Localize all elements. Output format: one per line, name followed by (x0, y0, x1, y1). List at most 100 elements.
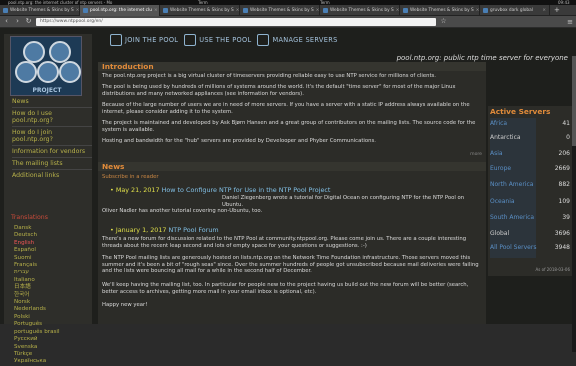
clock-icon (23, 41, 45, 63)
language-link-current[interactable]: English (14, 240, 84, 247)
language-link[interactable]: 한국어 (14, 292, 84, 299)
browser-tab[interactable]: Website Themes & Skins by S × (240, 5, 320, 16)
language-link[interactable]: Nederlands (14, 306, 84, 313)
scrollbar-thumb[interactable] (572, 56, 576, 146)
language-link[interactable]: עברית (14, 269, 84, 276)
back-icon[interactable]: ‹ (3, 16, 10, 27)
region-link[interactable]: Europe (490, 165, 511, 172)
translations-heading: Translations (11, 214, 48, 221)
news-body: We'll keep having the mailing list, too.… (102, 282, 469, 295)
language-link[interactable]: Suomi (14, 255, 84, 262)
region-link[interactable]: North America (490, 181, 533, 188)
language-link[interactable]: Norsk (14, 299, 84, 306)
news-item-title: • May 21, 2017 How to Configure NTP for … (110, 186, 331, 194)
language-link[interactable]: Português (14, 321, 84, 328)
pool-join-icon (110, 34, 122, 46)
region-link[interactable]: Africa (490, 120, 507, 127)
language-link[interactable]: Dansk (14, 225, 84, 232)
intro-paragraph: Hosting and bandwidth for the "hub" serv… (102, 138, 376, 144)
language-link[interactable]: português brasil (14, 329, 84, 336)
news-body: Happy new year! (102, 302, 148, 308)
sidebar-item-mailing-lists[interactable]: The mailing lists (12, 160, 92, 167)
news-body: There's a new forum for discussion relat… (102, 236, 467, 249)
region-link[interactable]: South America (490, 214, 534, 221)
news-title-link[interactable]: NTP Pool Forum (169, 226, 219, 234)
new-tab-button[interactable]: + (550, 5, 564, 15)
close-icon[interactable]: × (542, 5, 546, 16)
region-link[interactable]: Global (490, 230, 509, 237)
rss-subscribe-link[interactable]: Subscribe in a reader (102, 174, 159, 180)
favicon-icon (403, 8, 408, 13)
server-row: Africa 41 (490, 120, 570, 127)
page-scrollbar[interactable] (572, 56, 576, 352)
clock-icon (59, 61, 81, 83)
close-icon[interactable]: × (396, 5, 399, 16)
region-link[interactable]: Asia (490, 150, 503, 157)
browser-tab[interactable]: Website Themes & Skins by S × (0, 5, 80, 16)
favicon-icon (83, 8, 88, 13)
logo-label: PROJECT (32, 87, 62, 94)
news-title-link[interactable]: How to Configure NTP for Use in the NTP … (162, 186, 331, 194)
language-link[interactable]: Türkçe (14, 351, 84, 358)
language-link[interactable]: Français (14, 262, 84, 269)
region-link[interactable]: Antarctica (490, 134, 521, 141)
active-servers-heading: Active Servers (490, 107, 551, 116)
url-bar[interactable]: https://www.ntppool.org/en/ (36, 17, 436, 26)
language-link[interactable]: Svenska (14, 344, 84, 351)
server-row: All Pool Servers 3948 (490, 244, 570, 251)
as-of-date: As of 2018-03-06 (535, 267, 570, 272)
browser-tab-active[interactable]: pool.ntp.org: the internet clu × (80, 5, 160, 16)
server-row: Europe 2669 (490, 165, 570, 172)
sidebar-item-use[interactable]: How do I use pool.ntp.org? (12, 110, 92, 124)
news-body: The NTP Pool mailing lists are generousl… (102, 255, 479, 275)
forward-icon[interactable]: › (14, 16, 21, 27)
language-link[interactable]: Українська (14, 358, 84, 365)
hamburger-menu-icon[interactable]: ≡ (567, 18, 573, 26)
close-icon[interactable]: × (154, 5, 158, 16)
sidebar-item-news[interactable]: News (12, 98, 92, 105)
news-body: Oliver Nadler has another tutorial cover… (102, 208, 263, 214)
news-body: Daniel Ziegenberg wrote a tutorial for D… (222, 195, 465, 208)
divider (12, 157, 92, 158)
language-link[interactable]: Русский (14, 336, 84, 343)
more-link[interactable]: more (470, 152, 482, 157)
browser-tab[interactable]: Website Themes & Skins by S × (320, 5, 400, 16)
region-link[interactable]: Oceania (490, 198, 515, 205)
join-pool-link[interactable]: JOIN THE POOL (110, 34, 178, 46)
favicon-icon (3, 8, 8, 13)
favicon-icon (323, 8, 328, 13)
language-link[interactable]: Español (14, 247, 84, 254)
language-link[interactable]: 日本語 (14, 284, 84, 291)
intro-paragraph: The project is maintained and developed … (102, 120, 476, 133)
intro-paragraph: Because of the large number of users we … (102, 102, 470, 115)
sidebar-item-vendors[interactable]: Information for vendors (12, 148, 92, 155)
close-icon[interactable]: × (236, 5, 239, 16)
server-row: Oceania 109 (490, 198, 570, 205)
server-row: South America 39 (490, 214, 570, 221)
pool-logo[interactable]: PROJECT (10, 36, 82, 96)
browser-tab-strip: Website Themes & Skins by S × pool.ntp.or… (0, 5, 576, 16)
browser-tab[interactable]: Website Themes & Skins by S × (400, 5, 480, 16)
close-icon[interactable]: × (76, 5, 79, 16)
sidebar-item-join[interactable]: How do I join pool.ntp.org? (12, 129, 92, 143)
language-list: Dansk Deutsch English Español Suomi Fran… (14, 225, 84, 366)
reload-icon[interactable]: ↻ (25, 16, 32, 27)
region-link[interactable]: All Pool Servers (490, 244, 536, 251)
manage-servers-link[interactable]: MANAGE SERVERS (257, 34, 337, 46)
server-row: Asia 206 (490, 150, 570, 157)
favicon-icon (243, 8, 248, 13)
divider (12, 145, 92, 146)
server-row: North America 882 (490, 181, 570, 188)
favicon-icon (483, 8, 488, 13)
browser-tab[interactable]: Website Themes & Skins by S × (160, 5, 240, 16)
header-nav: JOIN THE POOL USE THE POOL MANAGE SERVER… (110, 34, 338, 46)
close-icon[interactable]: × (316, 5, 319, 16)
intro-paragraph: The pool.ntp.org project is a big virtua… (102, 73, 436, 79)
browser-tab[interactable]: gruvbox dark global × (480, 5, 550, 16)
sidebar-nav: News How do I use pool.ntp.org? How do I… (12, 98, 92, 181)
sidebar-item-links[interactable]: Additional links (12, 172, 92, 179)
language-link[interactable]: Deutsch (14, 232, 84, 239)
use-pool-link[interactable]: USE THE POOL (184, 34, 251, 46)
star-icon[interactable]: ☆ (440, 16, 447, 27)
close-icon[interactable]: × (476, 5, 479, 16)
